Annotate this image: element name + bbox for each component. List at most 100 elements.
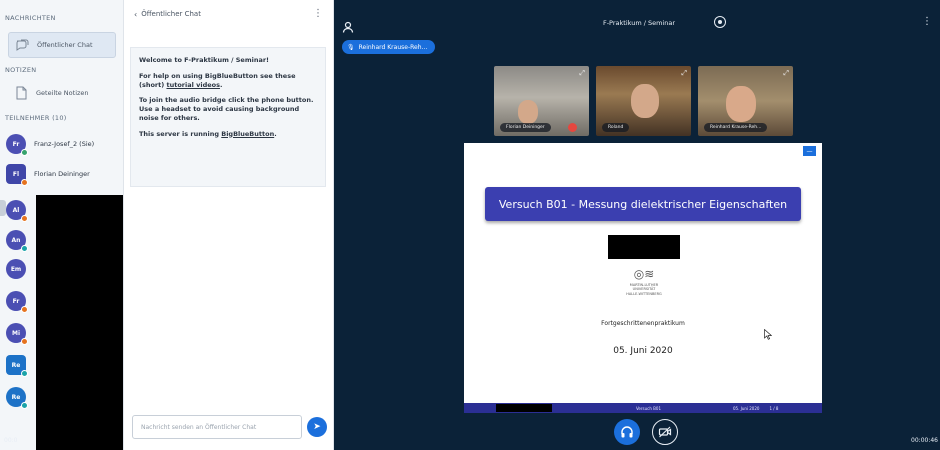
messages-section-title: NACHRICHTEN xyxy=(5,14,56,22)
avatar-initials: An xyxy=(11,236,21,244)
footer-title: Versuch B01 xyxy=(636,405,661,411)
note-icon xyxy=(14,86,28,100)
chat-message-input[interactable]: Nachricht senden an Öffentlicher Chat xyxy=(132,415,302,439)
status-dot xyxy=(21,370,28,377)
collapse-handle[interactable] xyxy=(0,200,6,216)
public-chat-nav-item[interactable]: Öffentlicher Chat xyxy=(8,32,116,58)
user-name: Florian Deininger xyxy=(34,170,90,178)
participant-video xyxy=(631,84,659,118)
minimize-presentation-button[interactable]: — xyxy=(803,146,816,156)
slide-date: 05. Juni 2020 xyxy=(613,346,673,356)
fullscreen-icon[interactable]: ⤢ xyxy=(681,69,687,78)
avatar: Re xyxy=(6,387,28,409)
notes-section-title: NOTIZEN xyxy=(5,66,37,74)
meeting-title: F-Praktikum / Seminar xyxy=(602,19,676,27)
status-dot xyxy=(21,338,28,345)
status-dot xyxy=(21,179,28,186)
participant-video xyxy=(518,100,538,124)
webcam-tile[interactable]: ⤢ Florian Deininger xyxy=(494,66,589,136)
bigbluebutton-app: NACHRICHTEN Öffentlicher Chat NOTIZEN Ge… xyxy=(0,0,940,450)
status-dot xyxy=(21,149,28,156)
webcam-label: Reinhard Krause-Reh... xyxy=(704,123,768,132)
headphones-icon xyxy=(621,426,633,438)
slide-subtitle: Fortgeschrittenenpraktikum xyxy=(601,320,685,327)
shared-notes-nav-item[interactable]: Geteilte Notizen xyxy=(8,80,95,106)
webcam-label: Florian Deininger xyxy=(500,123,551,132)
avatar-initials: Mi xyxy=(11,329,21,337)
leave-audio-button[interactable] xyxy=(614,419,640,445)
participants-section-title: TEILNEHMER (10) xyxy=(5,114,67,122)
status-dot xyxy=(21,245,28,252)
avatar: Em xyxy=(6,259,26,279)
status-dot xyxy=(21,215,28,222)
server-text: This server is running xyxy=(139,129,219,138)
avatar: Mi xyxy=(6,323,28,345)
avatar-initials: Em xyxy=(10,265,22,273)
webcam-label: Roland xyxy=(602,123,630,132)
bigbluebutton-link[interactable]: BigBlueButton xyxy=(221,130,274,138)
welcome-title: Welcome to F-Praktikum / Seminar! xyxy=(139,56,270,64)
university-seal-icon: ◎≋ xyxy=(633,267,655,281)
chat-options-icon[interactable]: ⋮ xyxy=(313,8,323,19)
redaction-block xyxy=(608,235,680,259)
avatar: Fr xyxy=(6,291,28,313)
session-time-left: 00:0 xyxy=(4,437,18,444)
chat-title: Öffentlicher Chat xyxy=(141,10,201,18)
avatar-initials: Fr xyxy=(12,140,20,148)
avatar: An xyxy=(6,230,28,252)
cursor-icon xyxy=(764,329,772,340)
presentation-slide[interactable]: — Versuch B01 - Messung dielektrischer E… xyxy=(464,143,822,413)
muted-icon xyxy=(568,123,577,132)
redaction-block xyxy=(496,404,552,412)
avatar: Al xyxy=(6,200,28,222)
user-list-panel: NACHRICHTEN Öffentlicher Chat NOTIZEN Ge… xyxy=(0,0,124,450)
redaction-block xyxy=(36,195,123,450)
slide-title: Versuch B01 - Messung dielektrischer Eig… xyxy=(485,187,801,221)
participant-video xyxy=(726,86,756,122)
avatar-initials: Fl xyxy=(12,170,20,178)
webcam-tile[interactable]: ⤢ Roland xyxy=(596,66,691,136)
avatar-initials: Al xyxy=(12,206,20,214)
talking-indicator[interactable]: 🎙 Reinhard Krause-Reh... xyxy=(342,40,436,54)
avatar: Re xyxy=(6,355,28,377)
university-logo: ◎≋ MARTIN-LUTHER UNIVERSITÄT HALLE-WITTE… xyxy=(614,267,674,296)
fullscreen-icon[interactable]: ⤢ xyxy=(579,69,585,78)
public-chat-panel: ‹ Öffentlicher Chat ⋮ Welcome to F-Prakt… xyxy=(124,0,334,450)
university-line: HALLE-WITTENBERG xyxy=(626,291,662,296)
status-dot xyxy=(21,402,28,409)
share-webcam-button[interactable] xyxy=(652,419,678,445)
session-time: 00:00:46 xyxy=(911,437,938,444)
webcam-tile[interactable]: ⤢ Reinhard Krause-Reh... xyxy=(698,66,793,136)
talker-name: Reinhard Krause-Reh... xyxy=(358,43,428,51)
slide-footer: Versuch B01 05. Juni 2020 1 / 8 xyxy=(464,403,822,413)
audio-instructions: To join the audio bridge click the phone… xyxy=(139,96,314,122)
chat-header[interactable]: ‹ Öffentlicher Chat xyxy=(124,0,334,28)
avatar: Fl xyxy=(6,164,28,186)
footer-date: 05. Juni 2020 xyxy=(733,405,760,411)
main-presentation-area: F-Praktikum / Seminar ⋮ 🎙 Reinhard Kraus… xyxy=(334,0,940,450)
chevron-left-icon[interactable]: ‹ xyxy=(134,10,137,19)
recording-indicator-icon[interactable] xyxy=(714,16,726,28)
options-menu-icon[interactable]: ⋮ xyxy=(922,16,932,27)
microphone-icon: 🎙 xyxy=(347,43,355,51)
public-chat-label: Öffentlicher Chat xyxy=(37,41,93,49)
avatar: Fr xyxy=(6,134,28,156)
tutorial-videos-link[interactable]: tutorial videos xyxy=(166,81,219,89)
top-bar: F-Praktikum / Seminar ⋮ xyxy=(334,0,940,40)
status-dot xyxy=(21,306,28,313)
avatar-initials: Fr xyxy=(12,297,20,305)
footer-page: 1 / 8 xyxy=(769,405,779,411)
send-arrow-icon: ➤ xyxy=(313,422,321,432)
chat-bubble-icon xyxy=(15,38,29,52)
welcome-message: Welcome to F-Praktikum / Seminar! For he… xyxy=(130,47,326,187)
avatar-initials: Re xyxy=(11,393,21,401)
video-off-icon xyxy=(658,426,672,438)
avatar-initials: Re xyxy=(11,361,21,369)
shared-notes-label: Geteilte Notizen xyxy=(36,89,89,97)
user-name: Franz-Josef_2 (Sie) xyxy=(34,140,95,148)
user-row[interactable]: Fr Franz-Josef_2 (Sie) xyxy=(6,131,122,157)
fullscreen-icon[interactable]: ⤢ xyxy=(783,69,789,78)
send-button[interactable]: ➤ xyxy=(307,417,327,437)
user-list-toggle-icon[interactable] xyxy=(342,18,354,33)
user-row[interactable]: Fl Florian Deininger xyxy=(6,161,122,187)
